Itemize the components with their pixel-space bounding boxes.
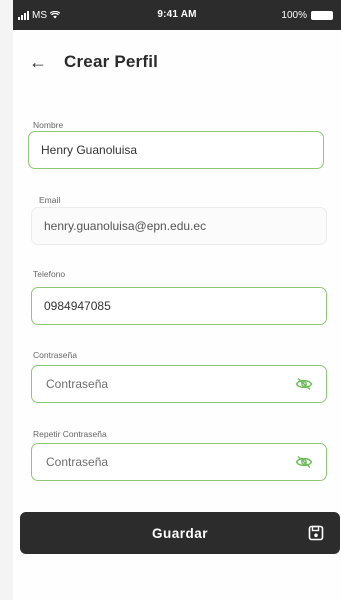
arrow-left-icon[interactable]: ←: [29, 53, 51, 71]
contrasena-field[interactable]: Contraseña: [31, 365, 327, 403]
status-right: 100%: [281, 0, 333, 30]
email-field[interactable]: henry.guanoluisa@epn.edu.ec: [31, 207, 327, 245]
repetir-contrasena-field[interactable]: Contraseña: [31, 443, 327, 481]
email-value: henry.guanoluisa@epn.edu.ec: [44, 219, 207, 233]
battery-percent: 100%: [281, 9, 307, 21]
telefono-label: Telefono: [33, 269, 66, 279]
eye-off-icon[interactable]: [295, 377, 313, 391]
save-button-label: Guardar: [151, 525, 209, 541]
nombre-field[interactable]: Henry Guanoluisa: [28, 131, 324, 169]
repetir-contrasena-label: Repetir Contraseña: [33, 429, 107, 439]
nombre-label: Nombre: [33, 120, 64, 130]
create-profile-screen: ← Crear Perfil Nombre Henry Guanoluisa E…: [13, 30, 341, 600]
repetir-contrasena-placeholder: Contraseña: [46, 455, 109, 469]
telefono-value: 0984947085: [44, 299, 111, 313]
email-label: Email: [39, 195, 61, 205]
contrasena-placeholder: Contraseña: [46, 377, 109, 391]
telefono-field[interactable]: 0984947085: [31, 287, 327, 325]
nombre-value: Henry Guanoluisa: [41, 143, 138, 157]
contrasena-label: Contraseña: [33, 350, 77, 360]
save-icon: [308, 525, 324, 541]
header: ← Crear Perfil: [29, 52, 158, 72]
page-title: Crear Perfil: [64, 52, 159, 71]
battery-icon: [311, 10, 333, 20]
eye-off-icon[interactable]: [295, 455, 313, 469]
status-bar: MS 9:41 AM 100%: [13, 0, 341, 30]
save-button[interactable]: Guardar: [20, 512, 340, 554]
